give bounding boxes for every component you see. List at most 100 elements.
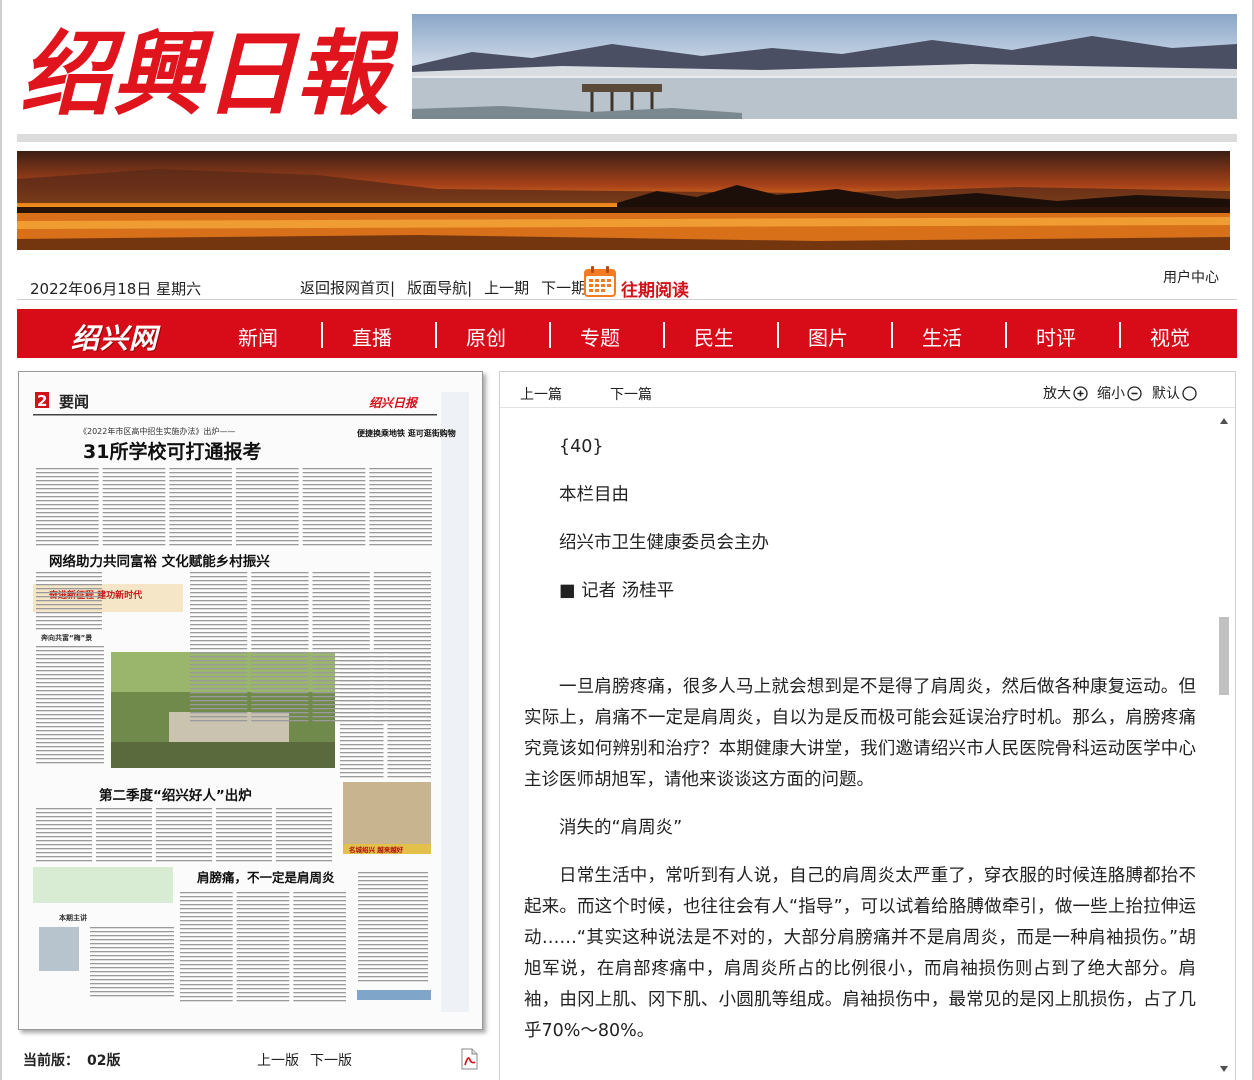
layout-nav-link[interactable]: 版面导航|	[407, 277, 472, 298]
text-line	[96, 824, 152, 826]
prev-page-link[interactable]: 上一版	[257, 1050, 299, 1070]
text-line	[312, 648, 370, 650]
scroll-thumb[interactable]	[1219, 617, 1229, 695]
text-line	[358, 880, 428, 882]
text-line	[369, 536, 432, 538]
past-reading-link[interactable]: 往期阅读	[621, 276, 689, 301]
text-line	[169, 540, 232, 542]
text-line	[190, 700, 248, 702]
text-line	[358, 968, 428, 970]
text-line	[180, 896, 233, 898]
text-line	[180, 956, 233, 958]
text-line	[387, 768, 431, 770]
text-line	[36, 844, 92, 846]
text-line	[216, 844, 272, 846]
nav-item-life[interactable]: 生活	[922, 322, 962, 351]
nav-item-commentary[interactable]: 时评	[1036, 322, 1076, 351]
text-line	[36, 584, 102, 586]
text-line	[358, 944, 428, 946]
text-line	[36, 666, 104, 668]
text-line	[312, 576, 370, 578]
text-line	[251, 696, 309, 698]
text-line	[216, 816, 272, 818]
text-line	[293, 932, 346, 934]
zoom-out-button[interactable]: 缩小	[1097, 383, 1142, 403]
text-line	[302, 480, 366, 482]
text-line	[236, 532, 299, 534]
scroll-down-arrow[interactable]	[1220, 1066, 1228, 1072]
text-line	[102, 540, 166, 542]
text-line	[190, 636, 248, 638]
text-line	[36, 500, 99, 502]
text-line	[387, 676, 431, 678]
text-line	[387, 744, 431, 746]
text-line	[387, 760, 431, 762]
user-center-link[interactable]: 用户中心	[1163, 267, 1219, 287]
text-line	[96, 816, 152, 818]
text-line	[302, 544, 366, 546]
pdf-icon[interactable]	[458, 1048, 480, 1070]
text-line	[169, 524, 232, 526]
text-line	[236, 516, 299, 518]
text-line	[90, 955, 174, 957]
next-page-link[interactable]: 下一版	[310, 1050, 352, 1070]
text-line	[369, 504, 432, 506]
text-line	[102, 488, 166, 490]
text-line	[340, 688, 384, 690]
text-line	[190, 696, 248, 698]
scroll-up-arrow[interactable]	[1220, 418, 1228, 424]
text-line	[369, 520, 432, 522]
text-line	[96, 832, 152, 834]
next-article-link[interactable]: 下一篇	[610, 384, 652, 404]
text-line	[387, 680, 431, 682]
newspaper-page-image[interactable]: 2 要闻 绍兴日报 《2022年市区高中招生实施办法》出炉—— 31所学校可打通…	[18, 371, 483, 1030]
text-line	[251, 572, 309, 574]
prev-issue-link[interactable]: 上一期	[484, 277, 529, 298]
nav-item-visual[interactable]: 视觉	[1150, 322, 1190, 351]
text-line	[36, 726, 104, 728]
text-line	[276, 840, 332, 842]
text-line	[369, 476, 432, 478]
nav-item-news[interactable]: 新闻	[238, 322, 278, 351]
zoom-in-label: 放大	[1043, 386, 1071, 402]
nav-item-pictures[interactable]: 图片	[808, 322, 848, 351]
text-line	[373, 576, 431, 578]
text-line	[340, 720, 384, 722]
calendar-icon[interactable]	[583, 266, 617, 298]
zoom-in-button[interactable]: 放大	[1043, 383, 1088, 403]
nav-item-live[interactable]: 直播	[352, 322, 392, 351]
text-line	[190, 704, 248, 706]
text-line	[358, 928, 428, 930]
shaoxing-daily-logo[interactable]: 绍興日報	[18, 14, 398, 122]
text-line	[236, 488, 299, 490]
prev-article-link[interactable]: 上一篇	[520, 384, 562, 404]
text-line	[36, 600, 102, 602]
text-line	[236, 948, 290, 950]
text-line	[169, 504, 232, 506]
info-bar: 2022年06月18日 星期六 返回报网首页| 版面导航| 上一期 下一期| 往…	[17, 262, 1237, 301]
text-line	[373, 572, 431, 574]
text-line	[180, 964, 233, 966]
nav-item-livelihood[interactable]: 民生	[694, 322, 734, 351]
text-line	[369, 512, 432, 514]
text-line	[156, 844, 212, 846]
text-line	[90, 939, 174, 941]
text-line	[156, 840, 212, 842]
nav-separator	[1119, 322, 1121, 348]
text-line	[236, 940, 290, 942]
text-line	[369, 468, 432, 470]
text-line	[190, 576, 248, 578]
text-line	[312, 632, 370, 634]
text-line	[340, 748, 384, 750]
nav-item-original[interactable]: 原创	[466, 322, 506, 351]
shaoxing-net-logo[interactable]: 绍兴网	[71, 317, 158, 357]
text-line	[96, 856, 152, 858]
back-home-link[interactable]: 返回报网首页|	[300, 277, 395, 298]
text-line	[102, 528, 166, 530]
article-scrollbar[interactable]	[1217, 412, 1231, 1072]
text-line	[251, 628, 309, 630]
nav-item-topics[interactable]: 专题	[580, 322, 620, 351]
default-size-button[interactable]: 默认	[1152, 383, 1197, 403]
issue-date: 2022年06月18日 星期六	[30, 280, 202, 298]
text-line	[387, 660, 431, 662]
